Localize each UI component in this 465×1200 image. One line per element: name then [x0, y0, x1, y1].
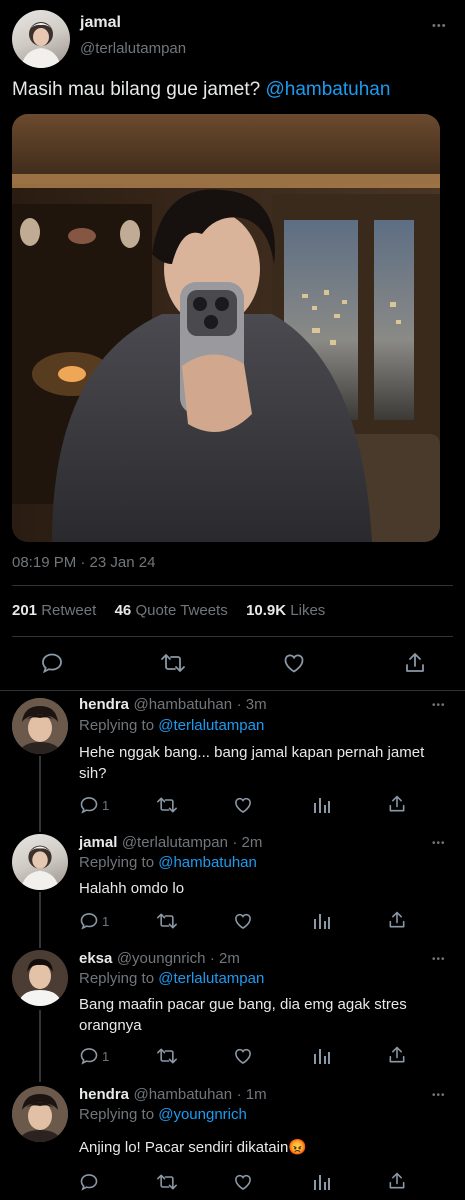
divider: [12, 636, 453, 637]
analytics-icon[interactable]: [312, 911, 332, 931]
like-icon[interactable]: [233, 1172, 253, 1192]
reply-item[interactable]: hendra @hambatuhan · 3m ••• Replying to …: [0, 694, 465, 826]
analytics-icon[interactable]: [312, 1046, 332, 1066]
reply-icon[interactable]: [40, 651, 64, 675]
replying-to-link[interactable]: @terlalutampan: [158, 970, 264, 987]
quote-label[interactable]: Quote Tweets: [135, 602, 227, 619]
replying-to-label: Replying to: [79, 970, 159, 987]
avatar-photo-icon: [12, 950, 68, 1006]
replying-to-label: Replying to: [79, 1106, 159, 1123]
likes-count[interactable]: 10.9K: [246, 602, 286, 619]
author-name[interactable]: jamal: [80, 14, 121, 32]
reply-header: hendra @hambatuhan · 1m: [79, 1086, 267, 1104]
reply-item[interactable]: hendra @hambatuhan · 1m ••• Replying to …: [0, 1084, 465, 1196]
retweet-icon[interactable]: [156, 1172, 178, 1192]
retweet-count[interactable]: 201: [12, 602, 37, 619]
analytics-icon[interactable]: [312, 1172, 332, 1192]
avatar-photo-icon: [20, 845, 60, 890]
reply-time[interactable]: · 2m: [232, 834, 262, 851]
share-icon[interactable]: [387, 1045, 407, 1065]
reply-author-name[interactable]: hendra: [79, 696, 129, 713]
replying-to: Replying to @terlalutampan: [79, 717, 264, 734]
tweet-photo[interactable]: [12, 114, 440, 542]
tweet-body: Masih mau bilang gue jamet?: [12, 79, 266, 100]
reply-time[interactable]: · 3m: [237, 696, 267, 713]
retweet-icon[interactable]: [156, 795, 178, 815]
reply-icon[interactable]: [79, 1046, 99, 1066]
reply-icon[interactable]: [79, 911, 99, 931]
more-options-icon[interactable]: •••: [432, 954, 446, 965]
retweet-label[interactable]: Retweet: [41, 602, 96, 619]
reply-author-name[interactable]: jamal: [79, 834, 117, 851]
reply-author-handle[interactable]: @hambatuhan: [133, 1086, 232, 1103]
replying-to-link[interactable]: @terlalutampan: [158, 717, 264, 734]
reply-author-handle[interactable]: @terlalutampan: [122, 834, 228, 851]
reply-count: 1: [102, 1049, 110, 1064]
reply-count: 1: [102, 914, 110, 929]
reply-author-name[interactable]: eksa: [79, 950, 112, 967]
reply-icon[interactable]: [79, 1172, 99, 1192]
more-options-icon[interactable]: •••: [432, 20, 447, 32]
reply-time[interactable]: · 1m: [237, 1086, 267, 1103]
reply-author-name[interactable]: hendra: [79, 1086, 129, 1103]
tweet-timestamp[interactable]: 08:19 PM · 23 Jan 24: [12, 554, 155, 571]
mirror-selfie-image: [12, 114, 440, 542]
divider: [12, 585, 453, 586]
more-options-icon[interactable]: •••: [432, 700, 446, 711]
replying-to: Replying to @youngnrich: [79, 1106, 247, 1123]
reply-header: hendra @hambatuhan · 3m: [79, 696, 267, 714]
replying-to: Replying to @terlalutampan: [79, 970, 264, 987]
author-handle[interactable]: @terlalutampan: [80, 40, 186, 57]
reply-text: Bang maafin pacar gue bang, dia emg agak…: [79, 996, 407, 1034]
tweet-stats: 201 Retweet 46 Quote Tweets 10.9K Likes: [12, 602, 325, 619]
like-icon[interactable]: [282, 651, 306, 675]
likes-label[interactable]: Likes: [290, 602, 325, 619]
author-avatar[interactable]: [12, 10, 70, 68]
reply-time[interactable]: · 2m: [210, 950, 240, 967]
reply-header: jamal @terlalutampan · 2m: [79, 834, 262, 852]
replying-to: Replying to @hambatuhan: [79, 854, 257, 871]
reply-avatar[interactable]: [12, 698, 68, 754]
reply-avatar[interactable]: [12, 950, 68, 1006]
replying-to-label: Replying to: [79, 717, 159, 734]
reply-author-handle[interactable]: @youngnrich: [117, 950, 206, 967]
reply-text: Halahh omdo lo: [79, 880, 185, 897]
share-icon[interactable]: [387, 794, 407, 814]
tweet-text: Masih mau bilang gue jamet? @hambatuhan: [12, 78, 390, 102]
reply-avatar[interactable]: [12, 1086, 68, 1142]
reply-header: eksa @youngnrich · 2m: [79, 950, 240, 968]
retweet-icon[interactable]: [160, 651, 186, 675]
analytics-icon[interactable]: [312, 795, 332, 815]
more-options-icon[interactable]: •••: [432, 838, 446, 849]
reply-item[interactable]: eksa @youngnrich · 2m ••• Replying to @t…: [0, 948, 465, 1078]
tweet-mention-link[interactable]: @hambatuhan: [265, 79, 390, 100]
replying-to-link[interactable]: @hambatuhan: [158, 854, 257, 871]
avatar-photo-icon: [12, 698, 68, 754]
reply-text: Hehe nggak bang... bang jamal kapan pern…: [79, 744, 425, 782]
replying-to-label: Replying to: [79, 854, 159, 871]
reply-count: 1: [102, 798, 110, 813]
avatar-photo-icon: [12, 1086, 68, 1142]
avatar-photo-icon: [21, 22, 61, 68]
more-options-icon[interactable]: •••: [432, 1090, 446, 1101]
quote-count[interactable]: 46: [115, 602, 132, 619]
reply-avatar[interactable]: [12, 834, 68, 890]
retweet-icon[interactable]: [156, 1046, 178, 1066]
reply-icon[interactable]: [79, 795, 99, 815]
divider: [0, 690, 465, 691]
like-icon[interactable]: [233, 795, 253, 815]
reply-author-handle[interactable]: @hambatuhan: [133, 696, 232, 713]
like-icon[interactable]: [233, 1046, 253, 1066]
replying-to-link[interactable]: @youngnrich: [158, 1106, 247, 1123]
retweet-icon[interactable]: [156, 911, 178, 931]
share-icon[interactable]: [387, 1171, 407, 1191]
share-icon[interactable]: [403, 651, 427, 675]
reply-item[interactable]: jamal @terlalutampan · 2m ••• Replying t…: [0, 830, 465, 940]
reply-text: Anjing lo! Pacar sendiri dikatain😡: [79, 1139, 307, 1156]
share-icon[interactable]: [387, 910, 407, 930]
like-icon[interactable]: [233, 911, 253, 931]
